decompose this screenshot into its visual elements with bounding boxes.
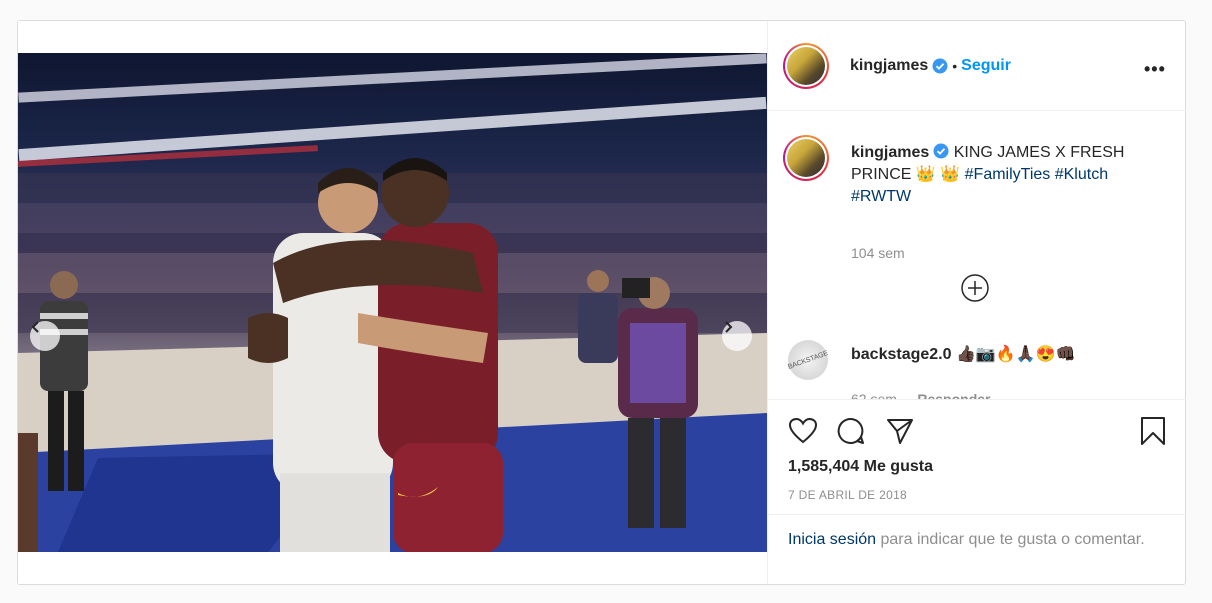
chevron-left-icon bbox=[31, 321, 39, 333]
caption-timestamp[interactable]: 104 sem bbox=[851, 245, 905, 261]
reply-button[interactable]: Responder bbox=[917, 391, 990, 399]
author-avatar[interactable] bbox=[783, 43, 829, 89]
login-prompt: Inicia sesión para indicar que te gusta … bbox=[768, 514, 1186, 584]
header-meta: kingjames • Seguir bbox=[850, 57, 1011, 75]
caption-author-avatar[interactable] bbox=[783, 135, 829, 181]
plus-circle-icon[interactable] bbox=[961, 274, 989, 302]
post-caption: kingjames KING JAMES X FRESH PRINCE 👑 👑 … bbox=[851, 142, 1151, 208]
chevron-right-icon bbox=[725, 321, 733, 333]
comment-item: backstage2.0 👍🏿📷🔥🙏🏿😍👊🏿 bbox=[851, 344, 1076, 364]
bookmark-icon[interactable] bbox=[1138, 416, 1168, 446]
verified-badge-icon bbox=[933, 143, 949, 159]
hashtag-link[interactable]: #RWTW bbox=[851, 188, 911, 205]
commenter-avatar[interactable]: BACKSTAGE bbox=[782, 334, 834, 386]
commenter-username[interactable]: backstage2.0 bbox=[851, 346, 952, 363]
commenter-avatar-text: BACKSTAGE bbox=[786, 349, 830, 371]
paper-plane-icon[interactable] bbox=[885, 416, 915, 446]
post-date[interactable]: 7 DE ABRIL DE 2018 bbox=[788, 488, 907, 502]
likes-count[interactable]: 1,585,404 Me gusta bbox=[788, 458, 933, 476]
post-side-panel: kingjames • Seguir ••• kingjames KING JA… bbox=[767, 21, 1186, 584]
instagram-post: kingjames • Seguir ••• kingjames KING JA… bbox=[17, 20, 1186, 585]
carousel-prev-button[interactable] bbox=[30, 321, 60, 351]
login-link[interactable]: Inicia sesión bbox=[788, 531, 876, 548]
caption-username[interactable]: kingjames bbox=[851, 144, 929, 161]
comment-body: 👍🏿📷🔥🙏🏿😍👊🏿 bbox=[955, 346, 1076, 363]
comment-bubble-icon[interactable] bbox=[836, 416, 866, 446]
post-photo[interactable] bbox=[18, 53, 767, 552]
comment-timestamp[interactable]: 62 sem bbox=[851, 391, 897, 399]
post-media bbox=[18, 21, 767, 584]
comment-meta: 62 sem Responder bbox=[851, 391, 991, 399]
verified-badge-icon bbox=[932, 58, 948, 74]
hashtag-link[interactable]: #Klutch bbox=[1055, 166, 1108, 183]
post-header: kingjames • Seguir ••• bbox=[768, 21, 1186, 111]
heart-icon[interactable] bbox=[788, 416, 818, 446]
carousel-next-button[interactable] bbox=[722, 321, 752, 351]
login-prompt-text: para indicar que te gusta o comentar. bbox=[880, 531, 1145, 548]
hashtag-link[interactable]: #FamilyTies bbox=[965, 166, 1051, 183]
more-options-icon[interactable]: ••• bbox=[1144, 59, 1166, 80]
comments-section: kingjames KING JAMES X FRESH PRINCE 👑 👑 … bbox=[768, 112, 1186, 399]
photo-illustration bbox=[18, 53, 767, 552]
author-username[interactable]: kingjames bbox=[850, 57, 928, 75]
post-actions: 1,585,404 Me gusta 7 DE ABRIL DE 2018 bbox=[768, 399, 1186, 514]
header-separator: • bbox=[952, 58, 958, 74]
follow-button[interactable]: Seguir bbox=[961, 57, 1011, 75]
